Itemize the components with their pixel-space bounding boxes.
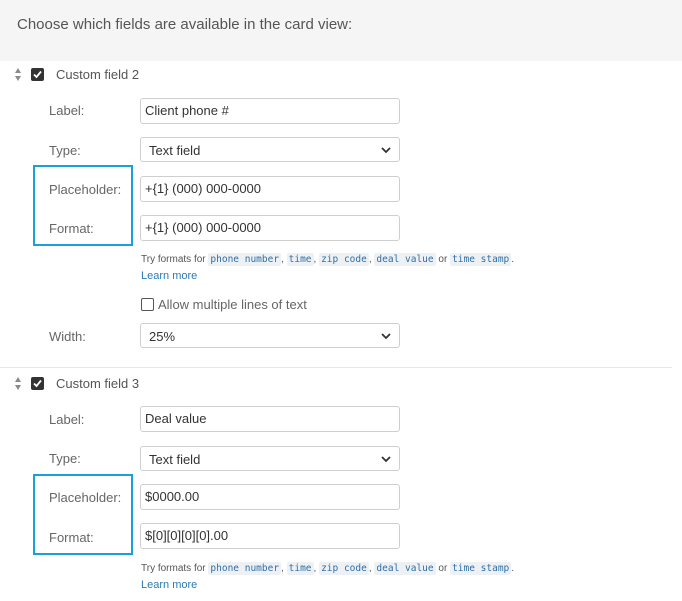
type-select[interactable]: Text field	[140, 446, 400, 471]
custom-field-3-checkbox[interactable]	[31, 377, 44, 390]
format-time[interactable]: time	[286, 562, 314, 575]
type-select[interactable]: Text field	[140, 137, 400, 162]
format-input[interactable]: +{1} (000) 000-0000	[140, 215, 400, 241]
instructions-text: Choose which fields are available in the…	[17, 16, 353, 33]
multiline-label: Allow multiple lines of text	[158, 297, 307, 312]
format-hint: Try formats for phone number, time, zip …	[141, 253, 515, 282]
format-phone-number[interactable]: phone number	[208, 253, 282, 266]
chevron-down-icon	[381, 147, 391, 154]
width-caption: Width:	[49, 329, 86, 344]
format-time-stamp[interactable]: time stamp	[450, 253, 512, 266]
custom-field-3-header: Custom field 3	[0, 375, 682, 395]
label-input[interactable]: Deal value	[140, 406, 400, 432]
learn-more-link[interactable]: Learn more	[141, 270, 197, 282]
format-hint: Try formats for phone number, time, zip …	[141, 562, 515, 591]
custom-field-2-header: Custom field 2	[0, 66, 682, 86]
section-divider	[0, 367, 672, 368]
custom-field-3-title: Custom field 3	[56, 376, 140, 391]
label-caption: Label:	[49, 412, 85, 427]
instructions-header: Choose which fields are available in the…	[0, 0, 682, 61]
format-phone-number[interactable]: phone number	[208, 562, 282, 575]
type-caption: Type:	[49, 143, 81, 158]
format-zip-code[interactable]: zip code	[319, 253, 369, 266]
label-caption: Label:	[49, 103, 85, 118]
custom-field-2-title: Custom field 2	[56, 67, 140, 82]
width-select-value: 25%	[149, 329, 176, 344]
multiline-checkbox[interactable]	[141, 298, 154, 311]
drag-handle-icon[interactable]	[15, 377, 23, 391]
chevron-down-icon	[381, 456, 391, 463]
format-deal-value[interactable]: deal value	[374, 253, 436, 266]
custom-field-2-checkbox[interactable]	[31, 68, 44, 81]
placeholder-caption: Placeholder:	[49, 490, 122, 505]
format-time[interactable]: time	[286, 253, 314, 266]
learn-more-link[interactable]: Learn more	[141, 579, 197, 591]
format-caption: Format:	[49, 530, 94, 545]
type-caption: Type:	[49, 451, 81, 466]
format-zip-code[interactable]: zip code	[319, 562, 369, 575]
placeholder-caption: Placeholder:	[49, 182, 122, 197]
format-input[interactable]: $[0][0][0][0].00	[140, 523, 400, 549]
width-select[interactable]: 25%	[140, 323, 400, 348]
chevron-down-icon	[381, 333, 391, 340]
placeholder-input[interactable]: $0000.00	[140, 484, 400, 510]
format-deal-value[interactable]: deal value	[374, 562, 436, 575]
type-select-value: Text field	[149, 143, 201, 158]
format-time-stamp[interactable]: time stamp	[450, 562, 512, 575]
format-caption: Format:	[49, 221, 94, 236]
placeholder-input[interactable]: +{1} (000) 000-0000	[140, 176, 400, 202]
label-input[interactable]: Client phone #	[140, 98, 400, 124]
drag-handle-icon[interactable]	[15, 68, 23, 82]
type-select-value: Text field	[149, 452, 201, 467]
